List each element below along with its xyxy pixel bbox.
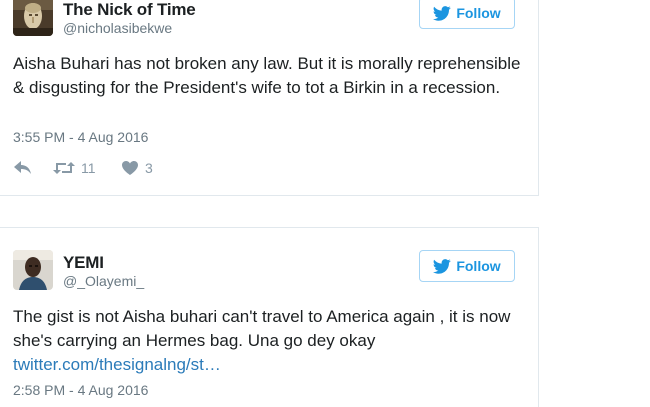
user-handle[interactable]: @nicholasibekwe (63, 20, 172, 36)
user-name[interactable]: YEMI (63, 253, 104, 273)
tweet-card: The Nick of Time @nicholasibekwe Follow … (0, 0, 539, 196)
tweet-text: The gist is not Aisha buhari can't trave… (13, 305, 533, 377)
retweet-count: 11 (81, 160, 96, 176)
avatar[interactable] (13, 0, 53, 36)
tweet-card: YEMI @_Olayemi_ Follow The gist is not A… (0, 227, 539, 407)
reply-button[interactable] (13, 160, 53, 176)
retweet-icon (53, 162, 75, 174)
reply-icon (14, 161, 31, 174)
follow-label: Follow (456, 5, 501, 21)
avatar[interactable] (13, 250, 53, 290)
tweet-link[interactable]: twitter.com/thesignalng/st… (13, 353, 533, 377)
follow-label: Follow (456, 258, 501, 274)
user-handle[interactable]: @_Olayemi_ (63, 273, 144, 289)
tweet-actions: 11 3 (13, 160, 153, 176)
tweet-feed: The Nick of Time @nicholasibekwe Follow … (0, 0, 650, 407)
tweet-body: The gist is not Aisha buhari can't trave… (13, 307, 511, 350)
follow-button[interactable]: Follow (419, 0, 515, 29)
tweet-timestamp[interactable]: 3:55 PM - 4 Aug 2016 (13, 129, 148, 145)
user-name[interactable]: The Nick of Time (63, 0, 196, 20)
tweet-separator (0, 196, 540, 227)
twitter-bird-icon (433, 5, 452, 21)
twitter-bird-icon (433, 258, 452, 274)
like-count: 3 (145, 160, 153, 176)
heart-icon (122, 161, 138, 175)
follow-button[interactable]: Follow (419, 250, 515, 282)
like-button[interactable]: 3 (121, 160, 153, 176)
tweet-text: Aisha Buhari has not broken any law. But… (13, 54, 521, 97)
tweet-timestamp[interactable]: 2:58 PM - 4 Aug 2016 (13, 382, 148, 398)
retweet-button[interactable]: 11 (53, 160, 121, 176)
